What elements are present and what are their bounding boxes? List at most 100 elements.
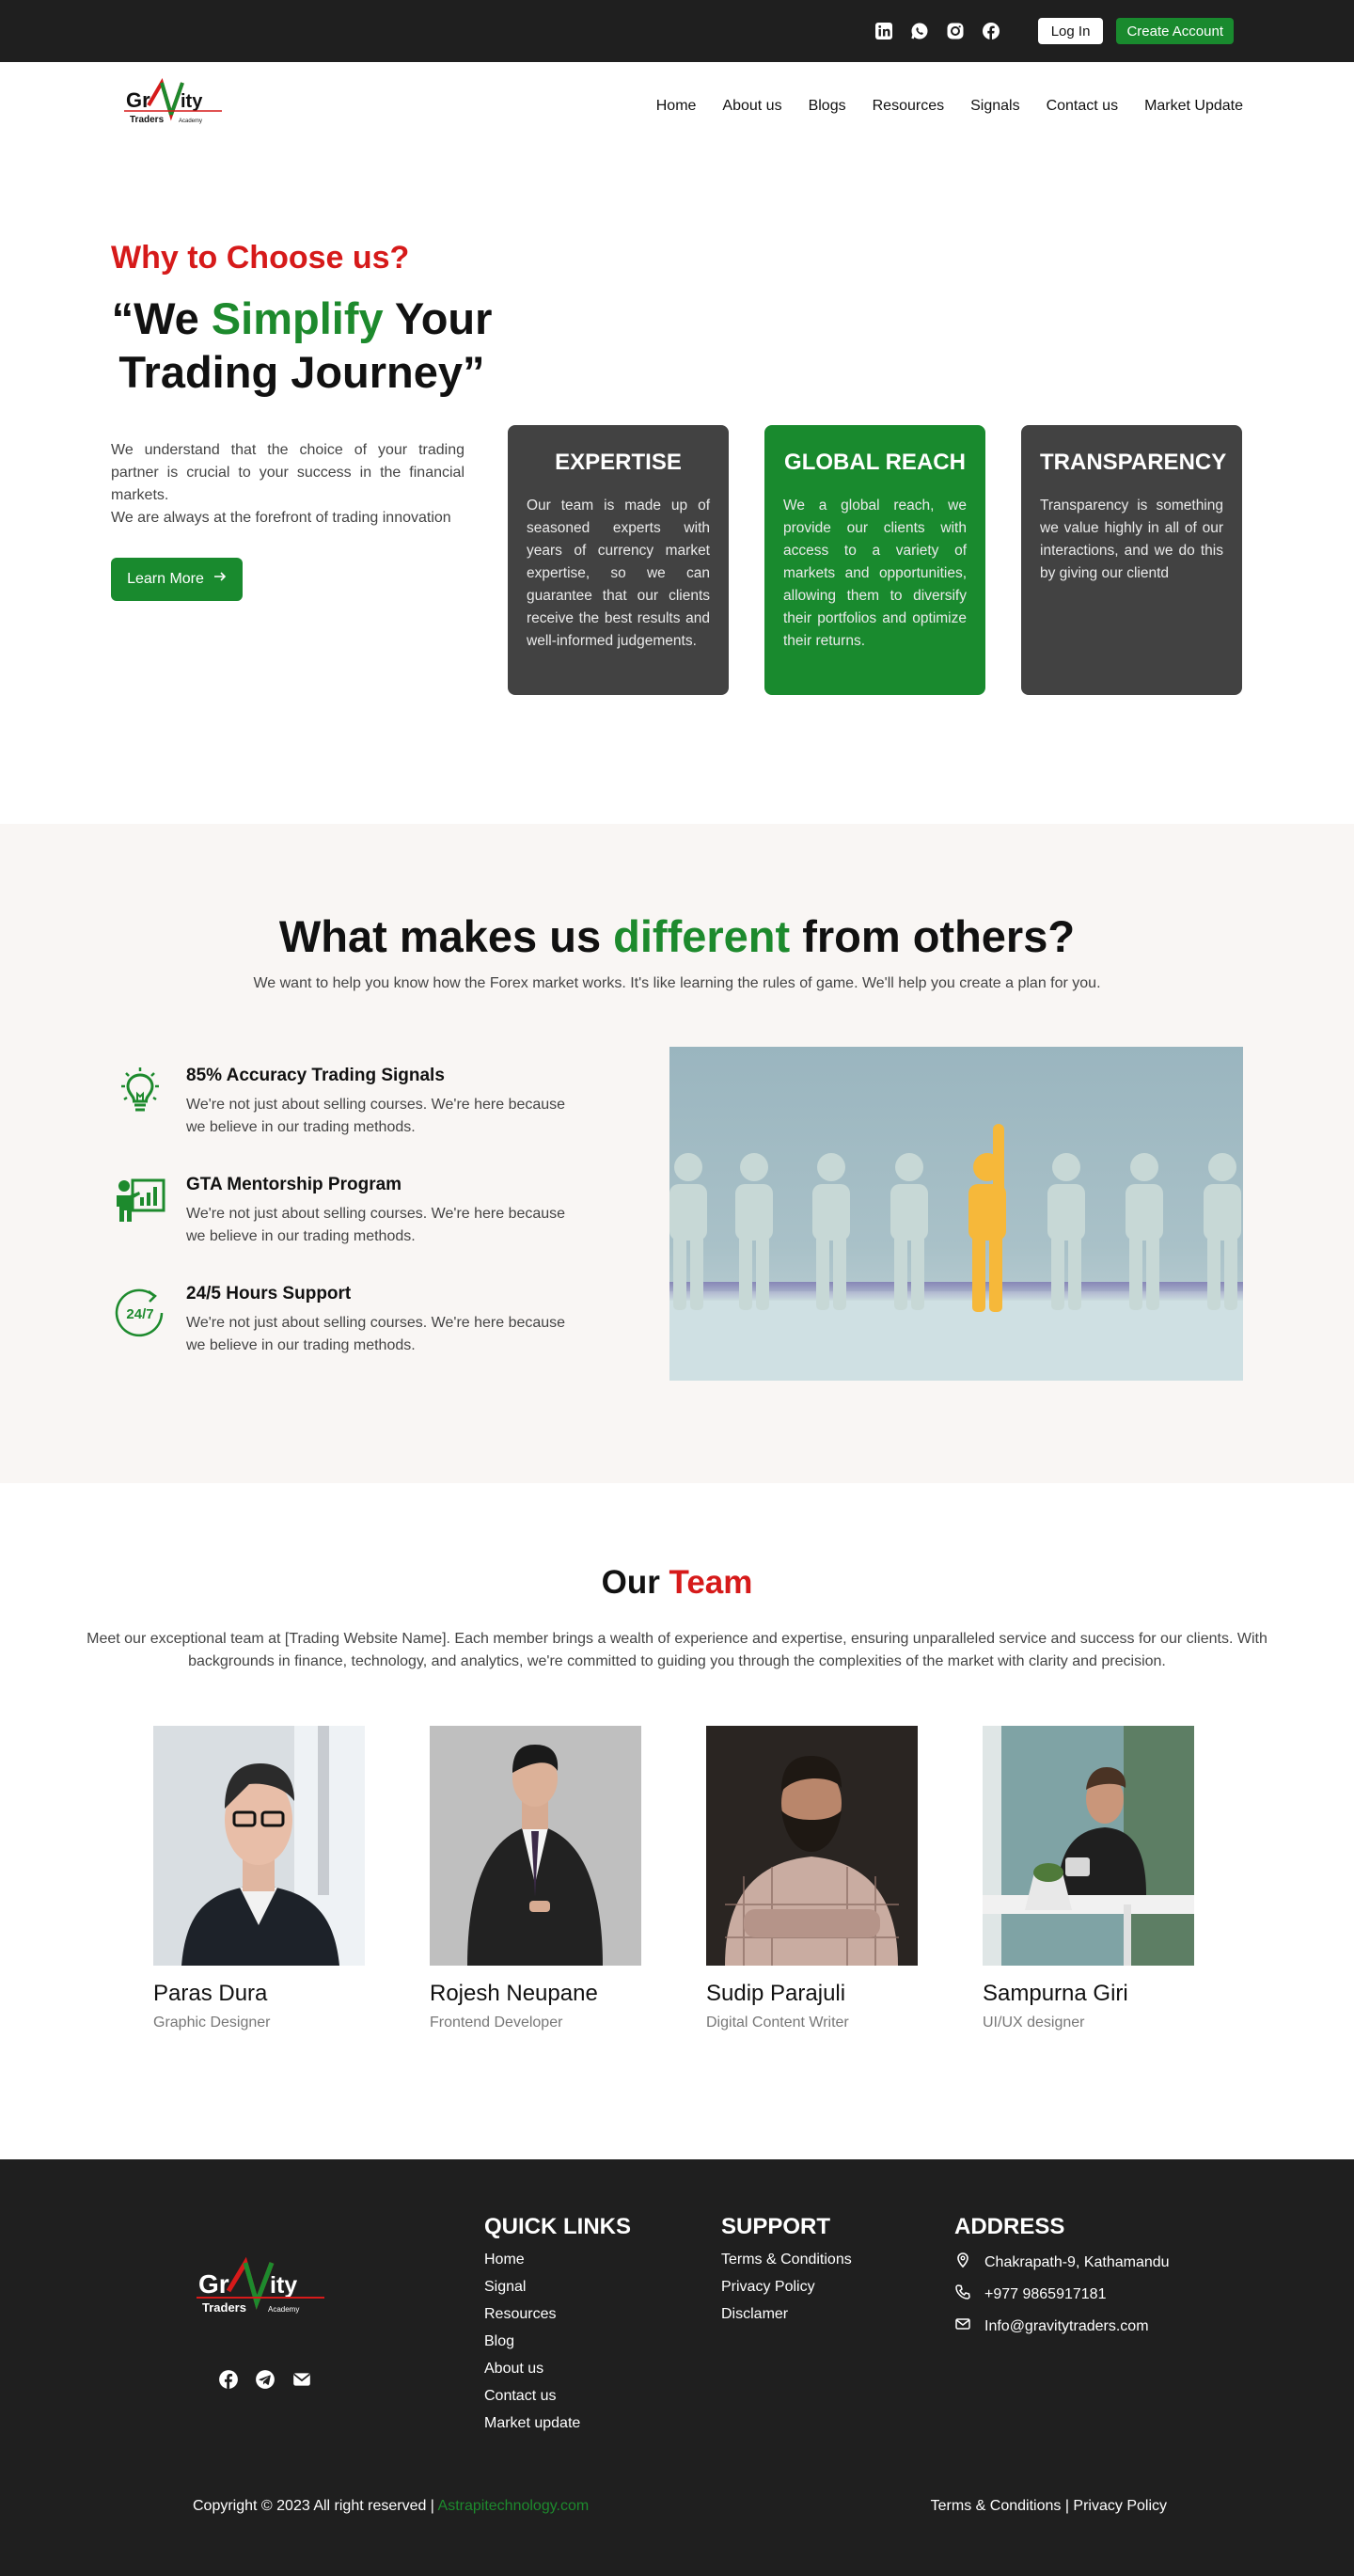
- main-navbar: Gr ity Traders Academy Home About us Blo…: [0, 62, 1354, 150]
- create-account-button[interactable]: Create Account: [1116, 18, 1234, 44]
- learn-more-button[interactable]: Learn More: [111, 557, 243, 601]
- copyright-link[interactable]: Astrapitechnology.com: [438, 2498, 590, 2514]
- card-title: EXPERTISE: [555, 450, 682, 475]
- team-member-card: Sampurna Giri UI/UX designer: [983, 1726, 1194, 2031]
- footer-link-about[interactable]: About us: [484, 2361, 631, 2378]
- footer-link-signal[interactable]: Signal: [484, 2279, 631, 2296]
- footer-logo-traders: Traders: [202, 2300, 246, 2315]
- team-member-card: Rojesh Neupane Frontend Developer: [430, 1726, 641, 2031]
- title-accent: different: [613, 911, 791, 961]
- learn-more-label: Learn More: [127, 570, 204, 587]
- linkedin-icon[interactable]: [873, 20, 895, 42]
- footer-link-contact[interactable]: Contact us: [484, 2388, 631, 2405]
- feature-item: 24/7 24/5 Hours Support We're not just a…: [111, 1284, 600, 1357]
- title-post: from others?: [790, 911, 1076, 961]
- feature-list: 85% Accuracy Trading Signals We're not j…: [111, 1066, 600, 1393]
- envelope-icon: [954, 2315, 971, 2337]
- card-title: TRANSPARENCY: [1040, 450, 1227, 475]
- member-photo: [430, 1726, 641, 1966]
- nav-about[interactable]: About us: [722, 98, 781, 115]
- lightbulb-icon: [111, 1066, 169, 1124]
- address-phone-text: +977 9865917181: [984, 2285, 1107, 2302]
- footer-link-home[interactable]: Home: [484, 2252, 631, 2268]
- member-name: Sampurna Giri: [983, 1981, 1128, 2006]
- address-phone[interactable]: +977 9865917181: [954, 2284, 1170, 2305]
- member-name: Sudip Parajuli: [706, 1981, 846, 2006]
- whatsapp-icon[interactable]: [908, 20, 931, 42]
- member-role: Digital Content Writer: [706, 2015, 849, 2031]
- hero-kicker: Why to Choose us?: [111, 240, 410, 276]
- feature-text: We're not just about selling courses. We…: [186, 1315, 566, 1353]
- footer-link-privacy[interactable]: Privacy Policy: [721, 2279, 852, 2296]
- telegram-icon[interactable]: [255, 2369, 276, 2390]
- arrow-right-icon: [213, 570, 227, 588]
- hero-intro: Why to Choose us? “We Simplify Your Trad…: [111, 240, 492, 824]
- facebook-icon[interactable]: [980, 20, 1002, 42]
- feature-title: 24/5 Hours Support: [186, 1284, 352, 1304]
- mail-icon[interactable]: [291, 2369, 312, 2390]
- feature-title: 85% Accuracy Trading Signals: [186, 1066, 445, 1085]
- title-pre: What makes us: [278, 911, 614, 961]
- brand-logo[interactable]: Gr ity Traders Academy: [120, 77, 229, 136]
- footer-link-disclaimer[interactable]: Disclamer: [721, 2306, 852, 2323]
- address-location: Chakrapath-9, Kathamandu: [954, 2252, 1170, 2273]
- footer-logo-right: ity: [270, 2272, 297, 2299]
- footer-logo-left: Gr: [198, 2269, 229, 2299]
- nav-blogs[interactable]: Blogs: [809, 98, 846, 115]
- footer-quick-links: QUICK LINKS Home Signal Resources Blog A…: [484, 2214, 631, 2442]
- mentor-board-icon: [111, 1175, 169, 1233]
- address-location-text: Chakrapath-9, Kathamandu: [984, 2253, 1170, 2270]
- footer-link-terms[interactable]: Terms & Conditions: [721, 2252, 852, 2268]
- clock-label: 24/7: [126, 1306, 153, 1322]
- location-pin-icon: [954, 2252, 971, 2273]
- team-title-accent: Team: [669, 1564, 753, 1601]
- footer-social: [218, 2369, 312, 2390]
- footer-support: SUPPORT Terms & Conditions Privacy Polic…: [721, 2214, 852, 2333]
- member-role: Graphic Designer: [153, 2015, 271, 2031]
- quick-links-title: QUICK LINKS: [484, 2214, 631, 2239]
- standout-figure-image: [669, 1047, 1243, 1381]
- footer-logo[interactable]: Gr ity Traders Academy: [193, 2255, 330, 2328]
- member-photo: [153, 1726, 365, 1966]
- address-email-text: Info@gravitytraders.com: [984, 2317, 1149, 2334]
- feature-text: We're not just about selling courses. We…: [186, 1206, 566, 1244]
- footer-link-blog[interactable]: Blog: [484, 2333, 631, 2350]
- feature-text: We're not just about selling courses. We…: [186, 1097, 566, 1135]
- different-section: What makes us different from others? We …: [0, 824, 1354, 1483]
- team-member-card: Sudip Parajuli Digital Content Writer: [706, 1726, 918, 2031]
- member-photo: [983, 1726, 1194, 1966]
- copyright: Copyright © 2023 All right reserved | As…: [193, 2498, 589, 2515]
- card-text: Transparency is something we value highl…: [1040, 498, 1223, 581]
- nav-contact[interactable]: Contact us: [1047, 98, 1118, 115]
- facebook-icon[interactable]: [218, 2369, 239, 2390]
- different-body: 85% Accuracy Trading Signals We're not j…: [0, 992, 1354, 1393]
- different-subtitle: We want to help you know how the Forex m…: [253, 975, 1101, 991]
- bottom-privacy-link[interactable]: Privacy Policy: [1073, 2498, 1167, 2514]
- member-role: Frontend Developer: [430, 2015, 563, 2031]
- team-member-card: Paras Dura Graphic Designer: [153, 1726, 365, 2031]
- team-title-pre: Our: [601, 1564, 669, 1601]
- support-24-7-icon: 24/7: [111, 1284, 169, 1342]
- hero-section: Why to Choose us? “We Simplify Your Trad…: [0, 150, 1354, 824]
- footer-link-resources[interactable]: Resources: [484, 2306, 631, 2323]
- instagram-icon[interactable]: [944, 20, 967, 42]
- logo-sub-traders: Traders: [130, 115, 165, 125]
- address-email[interactable]: Info@gravitytraders.com: [954, 2315, 1170, 2337]
- nav-resources[interactable]: Resources: [873, 98, 944, 115]
- nav-signals[interactable]: Signals: [970, 98, 1019, 115]
- bottom-separator: |: [1061, 2498, 1074, 2514]
- headline-pre: “We: [111, 293, 212, 343]
- bottom-terms-link[interactable]: Terms & Conditions: [931, 2498, 1062, 2514]
- nav-home[interactable]: Home: [656, 98, 697, 115]
- footer-link-market-update[interactable]: Market update: [484, 2415, 631, 2432]
- support-title: SUPPORT: [721, 2214, 831, 2239]
- card-transparency: TRANSPARENCY Transparency is something w…: [1021, 425, 1242, 695]
- phone-icon: [954, 2284, 971, 2305]
- login-button[interactable]: Log In: [1037, 18, 1104, 44]
- card-title: GLOBAL REACH: [784, 450, 966, 475]
- nav-market-update[interactable]: Market Update: [1144, 98, 1243, 115]
- hero-paragraph: We understand that the choice of your tr…: [111, 439, 464, 529]
- member-name: Rojesh Neupane: [430, 1981, 598, 2006]
- team-intro: Meet our exceptional team at [Trading We…: [87, 1631, 1267, 1669]
- address-title: ADDRESS: [954, 2214, 1065, 2239]
